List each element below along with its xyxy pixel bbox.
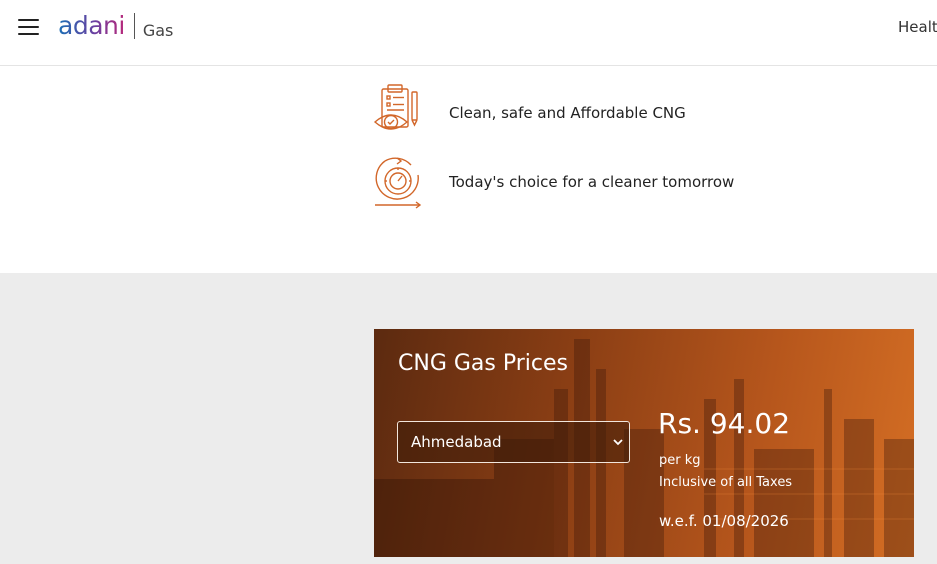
cng-price-value: Rs. 94.02 bbox=[658, 407, 791, 440]
feature-label: Today's choice for a cleaner tomorrow bbox=[449, 173, 735, 191]
effective-date: w.e.f. 01/08/2026 bbox=[659, 512, 789, 530]
logo-brand: adani bbox=[58, 9, 125, 43]
logo-sub: Gas bbox=[142, 20, 174, 40]
city-select[interactable]: Ahmedabad bbox=[397, 421, 630, 463]
feature-item-clean-cng: Clean, safe and Affordable CNG bbox=[373, 82, 686, 144]
logo-divider bbox=[133, 13, 135, 39]
card-title: CNG Gas Prices bbox=[398, 351, 568, 376]
nav-item-health[interactable]: Healt bbox=[898, 18, 937, 36]
adani-gas-logo[interactable]: adani Gas bbox=[58, 9, 173, 43]
cycle-gauge-icon bbox=[375, 157, 422, 209]
site-header: adani Gas Healt bbox=[0, 0, 937, 66]
chevron-down-icon bbox=[613, 439, 623, 446]
feature-label: Clean, safe and Affordable CNG bbox=[449, 104, 686, 122]
price-unit: per kg bbox=[659, 453, 701, 468]
city-select-value: Ahmedabad bbox=[411, 433, 502, 451]
clipboard-eye-icon bbox=[373, 84, 418, 130]
menu-icon[interactable] bbox=[18, 19, 39, 35]
cng-price-card: CNG Gas Prices Ahmedabad Rs. 94.02 per k… bbox=[374, 329, 914, 557]
tax-note: Inclusive of all Taxes bbox=[659, 475, 793, 490]
feature-item-cleaner-tomorrow: Today's choice for a cleaner tomorrow bbox=[373, 151, 734, 213]
